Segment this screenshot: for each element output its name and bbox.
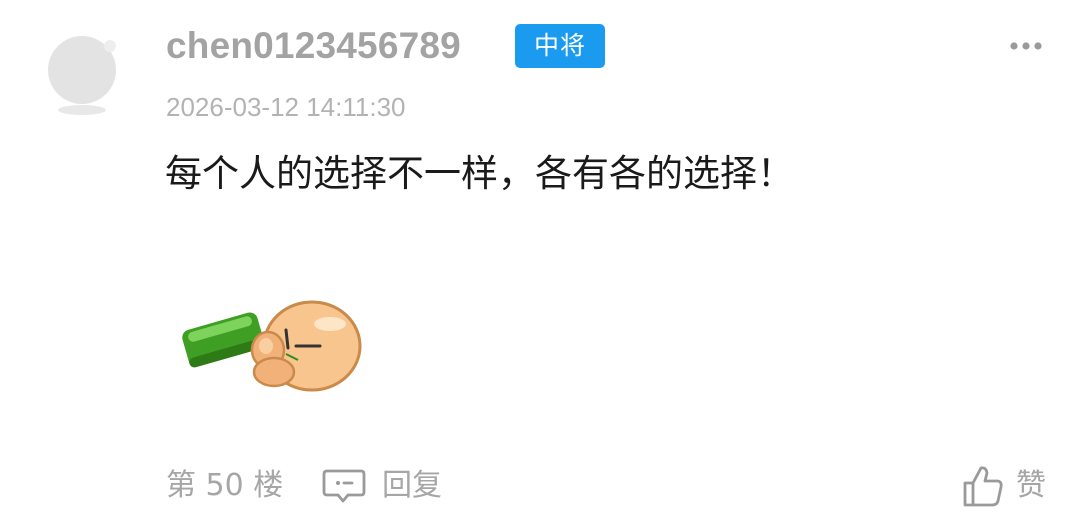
timestamp: 2026-03-12 14:11:30 (166, 92, 406, 122)
username[interactable]: chen0123456789 (166, 22, 461, 70)
like-button[interactable]: 赞 (962, 462, 1046, 510)
like-label: 赞 (1016, 468, 1046, 503)
thumbs-up-icon (963, 466, 1003, 507)
thumbs-up-sticker (180, 294, 370, 398)
default-avatar-icon (48, 36, 116, 115)
comment-bubble-icon (322, 469, 366, 503)
rank-badge: 中将 (515, 24, 605, 68)
more-dots-icon (1010, 42, 1042, 50)
floor-number: 第 50 楼 (166, 468, 284, 503)
more-options-button[interactable] (1004, 30, 1048, 64)
avatar[interactable] (46, 32, 122, 116)
reply-button[interactable]: 回复 (322, 464, 442, 508)
comment-text: 每个人的选择不一样，各有各的选择！ (165, 152, 794, 195)
reply-label: 回复 (382, 468, 442, 503)
